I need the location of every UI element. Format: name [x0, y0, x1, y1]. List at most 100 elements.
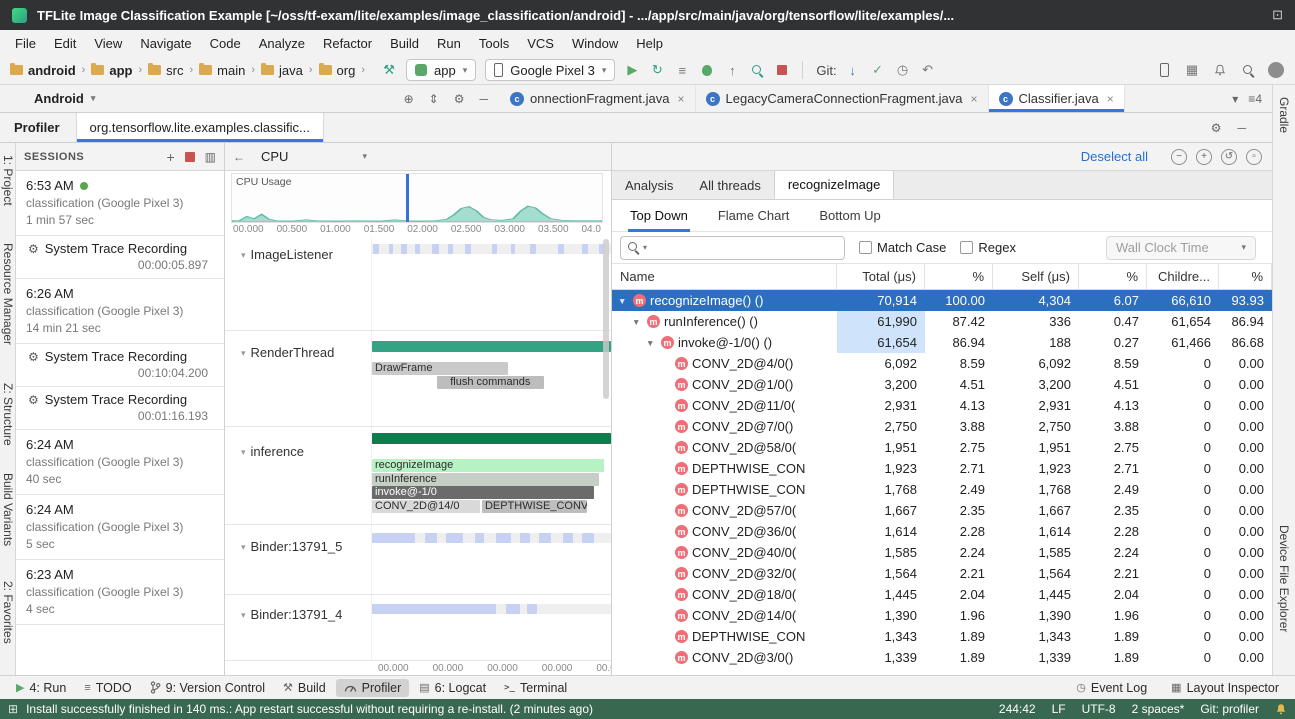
trace-bar[interactable] — [465, 244, 471, 254]
toolwindow-button-todo[interactable]: ≡TODO — [76, 679, 139, 697]
trace-bar[interactable] — [492, 244, 498, 254]
tool-strip-1-project[interactable]: 1: Project — [1, 155, 15, 206]
thread-name[interactable]: ▾Binder:13791_5 — [225, 525, 372, 594]
session-item[interactable]: 6:24 AMclassification (Google Pixel 3)5 … — [16, 495, 224, 560]
project-view-select[interactable]: Android ▾ — [34, 91, 95, 106]
menu-analyze[interactable]: Analyze — [250, 33, 314, 54]
session-item[interactable]: 6:24 AMclassification (Google Pixel 3)40… — [16, 430, 224, 495]
thread-track[interactable] — [372, 237, 611, 330]
device-select[interactable]: Google Pixel 3 ▾ — [485, 59, 615, 81]
trace-bar[interactable] — [372, 604, 496, 614]
breadcrumb-org[interactable]: org — [317, 63, 358, 78]
menu-help[interactable]: Help — [627, 33, 672, 54]
thread-name[interactable]: ▾Binder:13791_4 — [225, 595, 372, 660]
column-header-[interactable]: % — [1079, 264, 1147, 289]
expand-arrow-icon[interactable]: ▼ — [632, 317, 643, 327]
close-tab-icon[interactable]: × — [971, 92, 978, 106]
expand-arrow-icon[interactable]: ▼ — [646, 338, 657, 348]
trace-bar[interactable]: recognizeImage — [372, 459, 604, 472]
notifications-button[interactable] — [1209, 59, 1231, 81]
tool-strip-device-file-explorer[interactable]: Device File Explorer — [1277, 525, 1291, 632]
recording-item[interactable]: ⚙System Trace Recording00:10:04.200 — [16, 344, 224, 387]
column-header-total-s[interactable]: Total (μs) — [837, 264, 925, 289]
toolwindow-title-profiler[interactable]: Profiler — [14, 113, 60, 142]
toolwindow-button-9-version-control[interactable]: 9: Version Control — [142, 679, 273, 697]
menu-edit[interactable]: Edit — [45, 33, 85, 54]
menu-window[interactable]: Window — [563, 33, 627, 54]
reset-zoom-button[interactable]: ↺ — [1221, 149, 1237, 165]
table-row[interactable]: mCONV_2D@7/0()2,7503.882,7503.8800.00 — [612, 416, 1272, 437]
subtab-bottom-up[interactable]: Bottom Up — [817, 202, 882, 232]
table-row[interactable]: mCONV_2D@40/0(1,5852.241,5852.2400.00 — [612, 542, 1272, 563]
locate-file-icon[interactable]: ⊕ — [404, 92, 414, 106]
subtab-flame-chart[interactable]: Flame Chart — [716, 202, 792, 232]
run-config-select[interactable]: app ▾ — [406, 59, 476, 81]
tool-strip-gradle[interactable]: Gradle — [1277, 97, 1291, 133]
device-manager-button[interactable] — [1153, 59, 1175, 81]
filter-search-box[interactable]: ▾ — [620, 236, 845, 260]
thread-track[interactable]: DrawFrameflush commands — [372, 331, 611, 426]
breadcrumb-main[interactable]: main — [197, 63, 247, 78]
git-rollback-button[interactable]: ↶ — [917, 59, 939, 81]
layout-validation-button[interactable]: ▦ — [1181, 59, 1203, 81]
trace-bar[interactable]: flush commands — [437, 376, 545, 389]
trace-bar[interactable] — [415, 244, 420, 254]
column-header-[interactable]: % — [925, 264, 993, 289]
line-separator[interactable]: LF — [1052, 702, 1066, 716]
trace-bar[interactable] — [372, 433, 611, 444]
session-item[interactable]: 6:23 AMclassification (Google Pixel 3)4 … — [16, 560, 224, 625]
trace-bar[interactable]: invoke@-1/0 — [372, 486, 594, 499]
zoom-out-button[interactable]: − — [1171, 149, 1187, 165]
table-row[interactable]: mCONV_2D@1/0()3,2004.513,2004.5100.00 — [612, 374, 1272, 395]
tool-strip-resource-manager[interactable]: Resource Manager — [1, 243, 15, 345]
analysis-tab-recognizeimage[interactable]: recognizeImage — [774, 171, 895, 199]
analysis-tab-analysis[interactable]: Analysis — [612, 171, 686, 199]
table-row[interactable]: mCONV_2D@3/0()1,3391.891,3391.8900.00 — [612, 647, 1272, 668]
search-everywhere-button[interactable] — [1237, 59, 1259, 81]
recording-item[interactable]: ⚙System Trace Recording00:01:16.193 — [16, 387, 224, 430]
trace-bar[interactable] — [389, 244, 394, 254]
toolwindow-button-terminal[interactable]: >_Terminal — [496, 679, 575, 697]
tool-strip-build-variants[interactable]: Build Variants — [1, 473, 15, 546]
session-item[interactable]: 6:53 AMclassification (Google Pixel 3)1 … — [16, 171, 224, 236]
breadcrumb-android[interactable]: android — [8, 63, 78, 78]
thread-track[interactable]: recognizeImagerunInferenceinvoke@-1/0CON… — [372, 427, 611, 524]
git-history-button[interactable]: ◷ — [892, 59, 914, 81]
toolwindow-button-6-logcat[interactable]: ▤6: Logcat — [411, 679, 494, 697]
git-branch[interactable]: Git: profiler — [1200, 702, 1259, 716]
tool-strip-z-structure[interactable]: Z: Structure — [1, 383, 15, 446]
expand-collapse-icon[interactable]: ⇕ — [429, 92, 439, 106]
tool-strip-2-favorites[interactable]: 2: Favorites — [1, 581, 15, 644]
apply-changes-button[interactable]: ↻ — [646, 59, 668, 81]
tab-list-icon[interactable]: ≡4 — [1248, 92, 1262, 106]
trace-bar[interactable] — [373, 244, 379, 254]
table-row[interactable]: mCONV_2D@36/0(1,6142.281,6142.2800.00 — [612, 521, 1272, 542]
timeline-selection-marker[interactable] — [406, 174, 409, 222]
thread-name[interactable]: ▾inference — [225, 427, 372, 524]
trace-bar[interactable]: DEPTHWISE_CONV_... — [482, 500, 587, 513]
table-row[interactable]: ▼mrunInference() ()61,99087.423360.4761,… — [612, 311, 1272, 332]
table-row[interactable]: mDEPTHWISE_CON1,7682.491,7682.4900.00 — [612, 479, 1272, 500]
toolwindow-button-4-run[interactable]: ▶4: Run — [8, 679, 74, 697]
profiler-settings-gear-icon[interactable]: ⚙ — [1211, 121, 1222, 135]
thread-name[interactable]: ▾ImageListener — [225, 237, 372, 330]
table-row[interactable]: mCONV_2D@11/0(2,9314.132,9314.1300.00 — [612, 395, 1272, 416]
table-row[interactable]: mCONV_2D@18/0(1,4452.041,4452.0400.00 — [612, 584, 1272, 605]
thread-track[interactable] — [372, 595, 611, 660]
toolwindow-button-build[interactable]: ⚒Build — [275, 679, 334, 697]
trace-bar[interactable] — [511, 244, 516, 254]
column-header-name[interactable]: Name — [612, 264, 837, 289]
profiler-session-tab[interactable]: org.tensorflow.lite.examples.classific..… — [76, 113, 324, 142]
table-row[interactable]: mCONV_2D@14/0(1,3901.961,3901.9600.00 — [612, 605, 1272, 626]
trace-bar[interactable] — [527, 604, 537, 614]
column-header-childre[interactable]: Childre... — [1147, 264, 1219, 289]
editor-tab-legacycameraconnectionfragment-java[interactable]: cLegacyCameraConnectionFragment.java× — [696, 85, 989, 112]
trace-bar[interactable] — [539, 533, 551, 543]
hide-panel-icon[interactable]: ─ — [479, 92, 488, 106]
settings-gear-icon[interactable]: ⚙ — [454, 92, 465, 106]
trace-bar[interactable]: DrawFrame — [372, 362, 508, 375]
trace-bar[interactable] — [558, 244, 564, 254]
trace-bar[interactable]: runInference — [372, 473, 599, 486]
toolwindow-button-profiler[interactable]: Profiler — [336, 679, 410, 697]
trace-bar[interactable] — [506, 604, 520, 614]
